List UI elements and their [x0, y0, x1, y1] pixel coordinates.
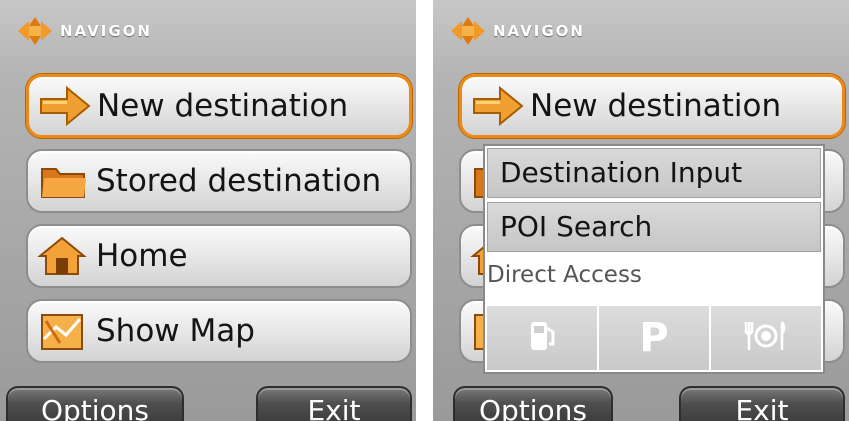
direct-access-label: Direct Access: [487, 262, 642, 288]
poi-search-item[interactable]: POI Search: [487, 202, 821, 252]
home-label: Home: [96, 238, 188, 274]
arrow-right-icon: [37, 84, 93, 128]
folder-icon: [36, 159, 92, 203]
new-destination-label: New destination: [530, 88, 782, 124]
direct-access-row: P: [487, 306, 821, 370]
parking-icon: P: [639, 315, 669, 361]
brand-name: NAVIGON: [60, 22, 152, 40]
map-icon: [36, 309, 92, 353]
fuel-station-button[interactable]: [487, 306, 599, 370]
home-button[interactable]: Home: [26, 224, 412, 288]
destination-popup-screen: NAVIGON New destination Destination Inpu…: [433, 0, 849, 421]
restaurant-icon: [744, 318, 788, 358]
main-menu-screen: NAVIGON New destination Stored destinati…: [0, 0, 416, 421]
brand-header: NAVIGON: [451, 16, 585, 46]
navigon-logo-icon: [451, 17, 485, 45]
navigon-logo-icon: [18, 17, 52, 45]
show-map-button[interactable]: Show Map: [26, 299, 412, 363]
home-icon: [36, 234, 92, 278]
exit-softkey[interactable]: Exit: [679, 386, 845, 421]
new-destination-label: New destination: [97, 88, 349, 124]
destination-popup-menu: Destination Input POI Search Direct Acce…: [483, 144, 825, 374]
show-map-label: Show Map: [96, 313, 255, 349]
arrow-right-icon: [470, 84, 526, 128]
stored-destination-label: Stored destination: [96, 163, 382, 199]
new-destination-button[interactable]: New destination: [459, 74, 845, 138]
fuel-pump-icon: [527, 318, 557, 358]
new-destination-button[interactable]: New destination: [26, 74, 412, 138]
options-softkey[interactable]: Options: [453, 386, 613, 421]
stored-destination-button[interactable]: Stored destination: [26, 149, 412, 213]
options-softkey[interactable]: Options: [6, 386, 184, 421]
destination-input-item[interactable]: Destination Input: [487, 148, 821, 198]
exit-softkey[interactable]: Exit: [256, 386, 412, 421]
restaurant-button[interactable]: [711, 306, 821, 370]
brand-name: NAVIGON: [493, 22, 585, 40]
brand-header: NAVIGON: [18, 16, 152, 46]
parking-button[interactable]: P: [599, 306, 711, 370]
